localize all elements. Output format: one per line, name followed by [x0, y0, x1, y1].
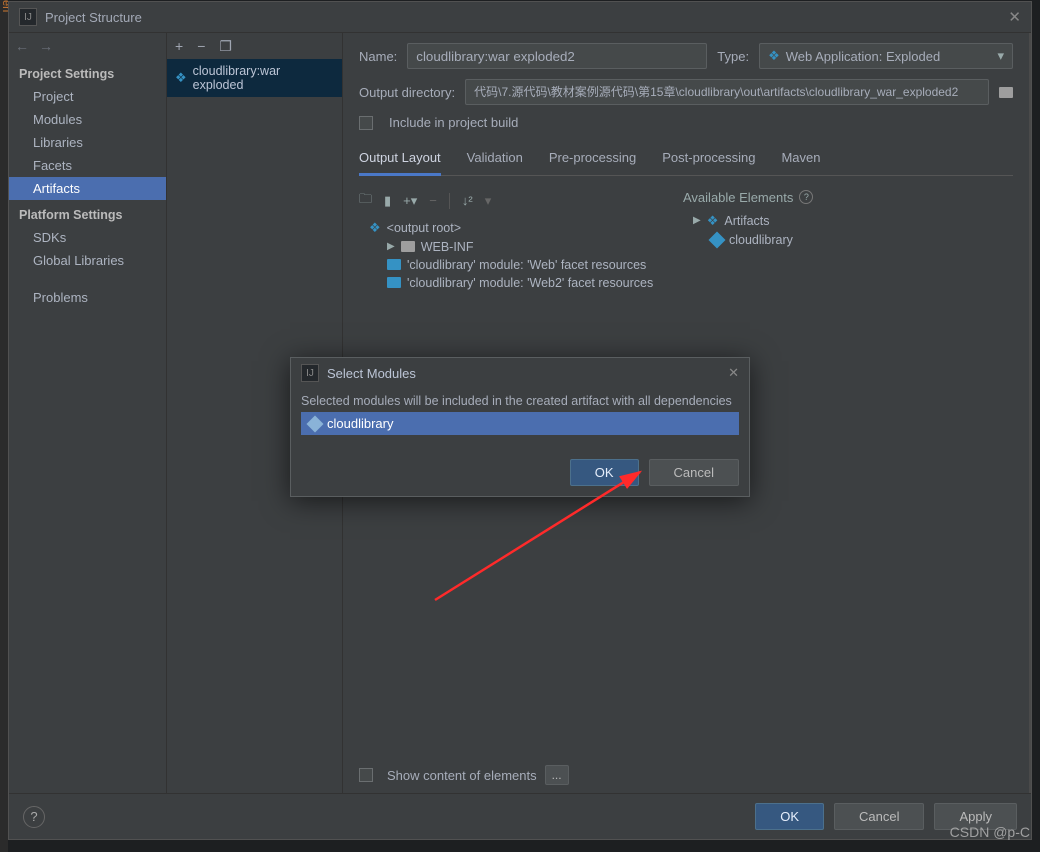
sidebar-item-artifacts[interactable]: Artifacts	[9, 177, 166, 200]
sidebar-item-modules[interactable]: Modules	[9, 108, 166, 131]
tab-output-layout[interactable]: Output Layout	[359, 146, 441, 176]
modal-ok-button[interactable]: OK	[570, 459, 639, 486]
titlebar: IJ Project Structure ✕	[9, 2, 1031, 32]
module-icon	[709, 231, 726, 248]
show-content-more-button[interactable]: ...	[545, 765, 569, 785]
artifact-icon: ❖	[175, 70, 187, 86]
sidebar-item-project[interactable]: Project	[9, 85, 166, 108]
app-icon: IJ	[301, 364, 319, 382]
show-content-label: Show content of elements	[387, 768, 537, 783]
artifact-icon: ❖	[369, 220, 381, 236]
tree-output-root[interactable]: ❖ <output root>	[359, 218, 679, 238]
available-elements-label: Available Elements	[683, 190, 793, 205]
ok-button[interactable]: OK	[755, 803, 824, 830]
help-button[interactable]: ?	[23, 806, 45, 828]
nav-back-icon[interactable]: ←	[15, 38, 29, 54]
tab-maven[interactable]: Maven	[781, 146, 820, 175]
sidebar: ← → Project Settings Project Modules Lib…	[9, 33, 167, 793]
sidebar-item-global-libraries[interactable]: Global Libraries	[9, 249, 166, 272]
type-value: Web Application: Exploded	[786, 49, 940, 64]
name-label: Name:	[359, 49, 397, 64]
app-icon: IJ	[19, 8, 37, 26]
copy-icon[interactable]: ❐	[219, 38, 232, 55]
tree-facet-web2[interactable]: 'cloudlibrary' module: 'Web2' facet reso…	[359, 274, 679, 292]
available-artifacts[interactable]: ▶ ❖ Artifacts	[683, 211, 1013, 231]
type-label: Type:	[717, 49, 749, 64]
facet-icon	[387, 259, 401, 270]
facet-icon	[387, 277, 401, 288]
type-select[interactable]: ❖ Web Application: Exploded ▾	[759, 43, 1013, 69]
sidebar-item-facets[interactable]: Facets	[9, 154, 166, 177]
module-icon	[307, 415, 324, 432]
close-icon[interactable]: ✕	[1008, 8, 1021, 26]
nav-forward-icon[interactable]: →	[39, 38, 53, 54]
output-toolbar: 🗀 ▮ +▾ − ↓² ▾	[359, 186, 679, 218]
new-archive-icon[interactable]: ▮	[384, 193, 391, 209]
artifact-list-item[interactable]: ❖ cloudlibrary:war exploded	[167, 59, 342, 97]
tree-facet-web[interactable]: 'cloudlibrary' module: 'Web' facet resou…	[359, 256, 679, 274]
browse-folder-icon[interactable]	[999, 87, 1013, 98]
include-build-label: Include in project build	[389, 115, 518, 130]
dialog-footer: ? OK Cancel Apply	[9, 793, 1031, 839]
help-icon[interactable]: ?	[799, 190, 813, 204]
new-folder-icon[interactable]: 🗀	[359, 190, 372, 212]
sort-icon[interactable]: ↓²	[462, 193, 473, 208]
chevron-right-icon: ▶	[693, 215, 701, 226]
module-list-item-label: cloudlibrary	[327, 416, 393, 431]
name-input[interactable]	[407, 43, 707, 69]
select-modules-dialog: IJ Select Modules ✕ Selected modules wil…	[290, 357, 750, 497]
modal-cancel-button[interactable]: Cancel	[649, 459, 739, 486]
close-icon[interactable]: ✕	[728, 365, 739, 381]
ide-gutter: en	[0, 0, 8, 852]
chevron-down-icon: ▾	[997, 48, 1004, 64]
expand-icon[interactable]: ▾	[485, 193, 492, 209]
section-project-settings: Project Settings	[9, 59, 166, 85]
output-dir-input[interactable]: 代码\7.源代码\教材案例源代码\第15章\cloudlibrary\out\a…	[465, 79, 989, 105]
module-list-item[interactable]: cloudlibrary	[301, 412, 739, 435]
modal-title: Select Modules	[327, 366, 416, 381]
sidebar-item-sdks[interactable]: SDKs	[9, 226, 166, 249]
artifact-list-item-label: cloudlibrary:war exploded	[193, 64, 334, 92]
remove-item-icon[interactable]: −	[429, 193, 437, 208]
sidebar-item-problems[interactable]: Problems	[9, 286, 166, 309]
output-dir-value: 代码\7.源代码\教材案例源代码\第15章\cloudlibrary\out\a…	[474, 85, 958, 99]
cancel-button[interactable]: Cancel	[834, 803, 924, 830]
output-dir-label: Output directory:	[359, 85, 455, 100]
add-copy-icon[interactable]: +▾	[403, 193, 417, 209]
modal-description: Selected modules will be included in the…	[301, 394, 739, 408]
include-build-checkbox[interactable]	[359, 116, 373, 130]
add-icon[interactable]: +	[175, 38, 183, 54]
section-platform-settings: Platform Settings	[9, 200, 166, 226]
tab-pre-processing[interactable]: Pre-processing	[549, 146, 636, 175]
available-module[interactable]: cloudlibrary	[683, 231, 1013, 249]
remove-icon[interactable]: −	[197, 38, 205, 54]
tree-webinf[interactable]: ▶ WEB-INF	[359, 238, 679, 256]
tab-validation[interactable]: Validation	[467, 146, 523, 175]
window-title: Project Structure	[45, 10, 142, 25]
show-content-checkbox[interactable]	[359, 768, 373, 782]
chevron-right-icon: ▶	[387, 241, 395, 252]
artifact-type-icon: ❖	[768, 48, 780, 64]
artifact-tabs: Output Layout Validation Pre-processing …	[359, 140, 1013, 176]
watermark: CSDN @p-C	[950, 824, 1030, 840]
sidebar-item-libraries[interactable]: Libraries	[9, 131, 166, 154]
tab-post-processing[interactable]: Post-processing	[662, 146, 755, 175]
folder-icon	[401, 241, 415, 252]
artifact-icon: ❖	[707, 213, 719, 229]
